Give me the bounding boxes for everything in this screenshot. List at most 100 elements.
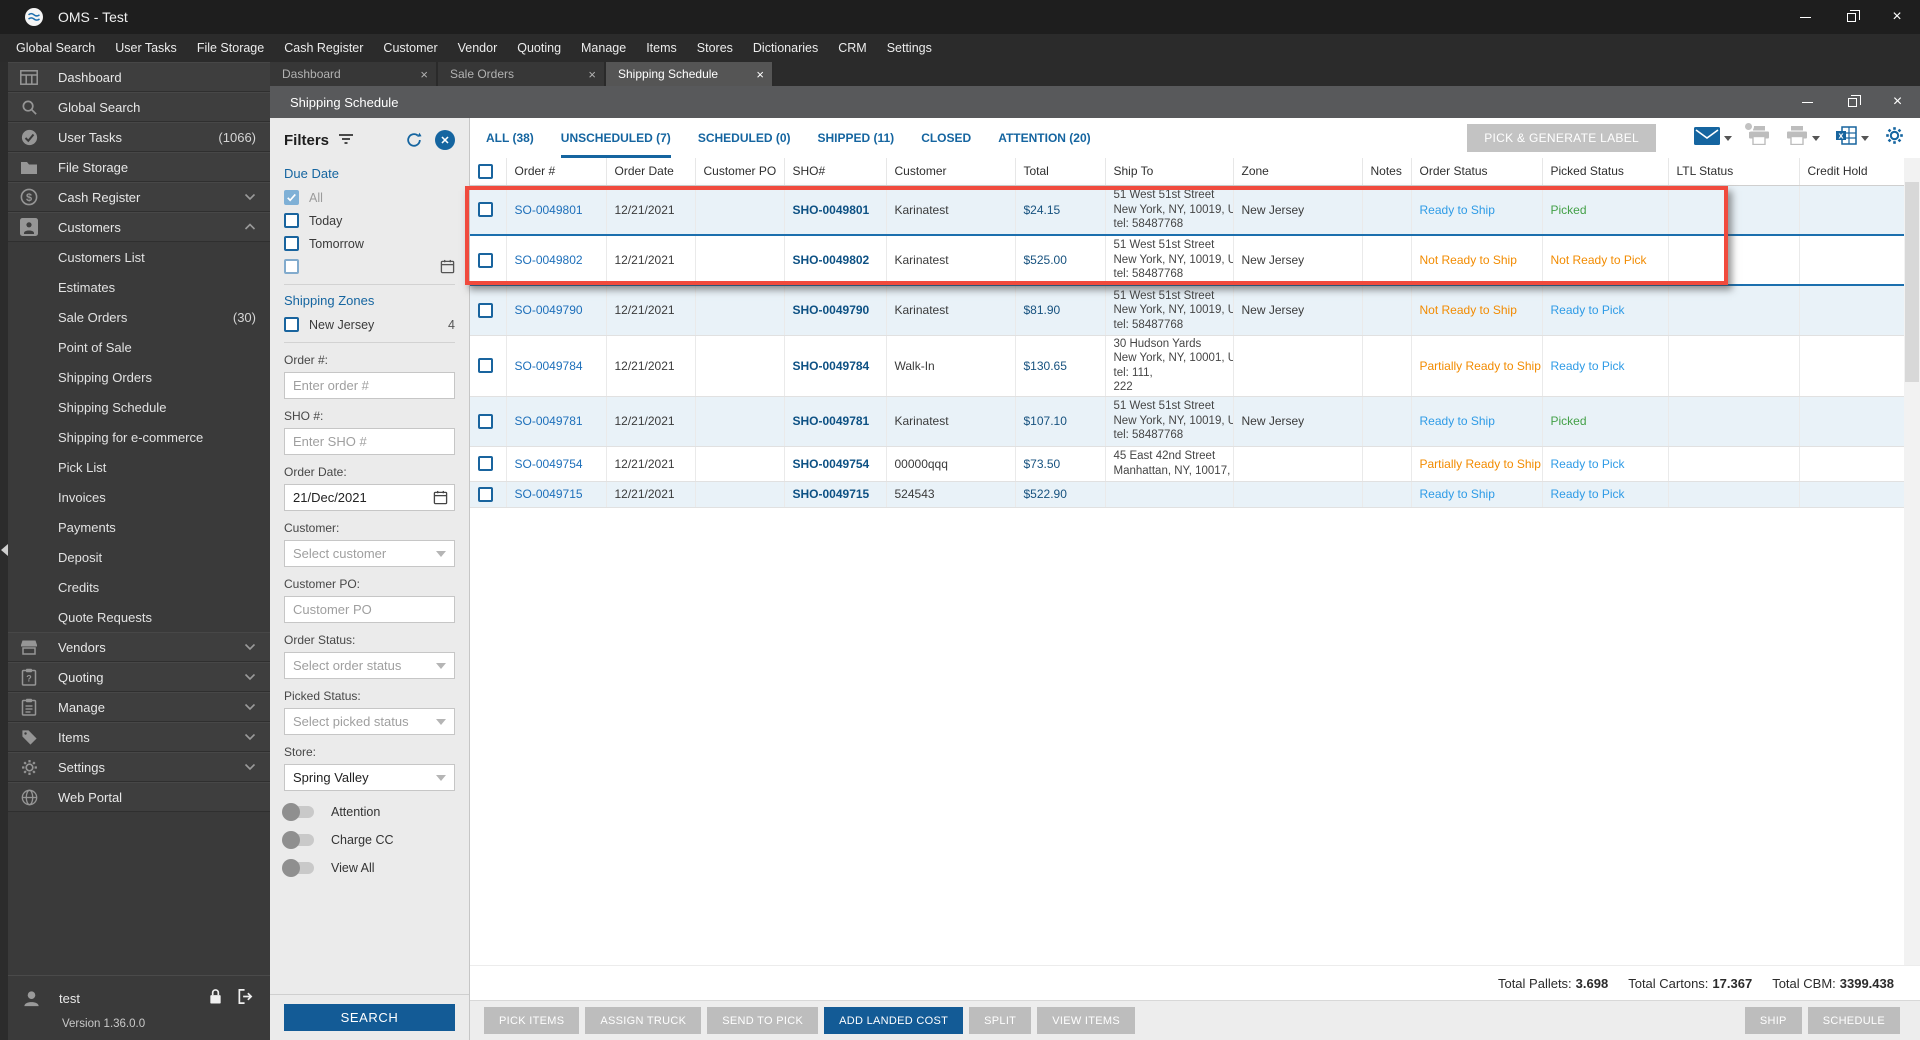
checkbox[interactable]: [284, 317, 299, 332]
sidebar-item-customers[interactable]: Customers: [0, 212, 270, 242]
col-notes[interactable]: Notes: [1362, 158, 1412, 186]
row-checkbox[interactable]: [478, 358, 493, 373]
scrollbar-thumb[interactable]: [1905, 182, 1919, 382]
menu-quoting[interactable]: Quoting: [507, 34, 571, 62]
checkbox-checked[interactable]: [284, 190, 299, 205]
row-checkbox[interactable]: [478, 413, 493, 429]
order-no-input[interactable]: [284, 372, 455, 399]
send-to-pick-button[interactable]: SEND TO PICK: [707, 1007, 819, 1034]
due-date-option-all[interactable]: All: [284, 190, 455, 205]
col-total[interactable]: Total: [1015, 158, 1106, 186]
close-tab-icon[interactable]: ×: [756, 67, 764, 82]
tab-sale-orders[interactable]: Sale Orders ×: [438, 62, 606, 86]
order-status-select[interactable]: Select order status: [284, 652, 455, 679]
menu-cash-register[interactable]: Cash Register: [274, 34, 373, 62]
print-label-button[interactable]: [1743, 121, 1770, 150]
collapse-sidebar-arrow-icon[interactable]: [1, 544, 8, 556]
order-link[interactable]: SO-0049790: [515, 303, 583, 317]
toggle-off[interactable]: [282, 831, 314, 849]
sidebar-subitem-credits[interactable]: Credits: [0, 572, 270, 602]
panel-close-button[interactable]: ×: [1875, 86, 1920, 118]
refresh-filters-icon[interactable]: [405, 131, 423, 149]
col-ship-to[interactable]: Ship To: [1105, 158, 1234, 186]
table-row[interactable]: SO-0049781 12/21/2021 SHO-0049781 Karina…: [470, 396, 1905, 447]
select-all-checkbox[interactable]: [478, 163, 493, 179]
checkbox[interactable]: [284, 213, 299, 228]
sidebar-subitem-sale-orders[interactable]: Sale Orders (30): [0, 302, 270, 332]
calendar-icon[interactable]: [433, 490, 448, 508]
sho-no-input[interactable]: [284, 428, 455, 455]
assign-truck-button[interactable]: ASSIGN TRUCK: [585, 1007, 702, 1034]
status-tab-unscheduled[interactable]: UNSCHEDULED (7): [560, 118, 671, 158]
sidebar-subitem-shipping-orders[interactable]: Shipping Orders: [0, 362, 270, 392]
sidebar-subitem-deposit[interactable]: Deposit: [0, 542, 270, 572]
logout-icon[interactable]: [237, 988, 254, 1008]
export-excel-button[interactable]: x: [1836, 126, 1869, 150]
sidebar-item-web-portal[interactable]: Web Portal: [0, 782, 270, 812]
sidebar-item-manage[interactable]: Manage: [0, 692, 270, 722]
menu-customer[interactable]: Customer: [373, 34, 447, 62]
menu-crm[interactable]: CRM: [828, 34, 876, 62]
menu-settings[interactable]: Settings: [877, 34, 942, 62]
tab-dashboard[interactable]: Dashboard ×: [270, 62, 438, 86]
sidebar-subitem-customers-list[interactable]: Customers List: [0, 242, 270, 272]
customer-select[interactable]: Select customer: [284, 540, 455, 567]
panel-minimize-button[interactable]: [1785, 86, 1830, 118]
menu-file-storage[interactable]: File Storage: [187, 34, 274, 62]
tab-shipping-schedule[interactable]: Shipping Schedule ×: [606, 62, 774, 86]
status-tab-closed[interactable]: CLOSED: [921, 118, 971, 158]
email-button[interactable]: [1694, 126, 1732, 150]
menu-stores[interactable]: Stores: [687, 34, 743, 62]
sidebar-item-quoting[interactable]: ? Quoting: [0, 662, 270, 692]
col-order-status[interactable]: Order Status: [1411, 158, 1543, 186]
sidebar-item-file-storage[interactable]: File Storage: [0, 152, 270, 182]
due-date-option-today[interactable]: Today: [284, 213, 455, 228]
app-restore-button[interactable]: [1828, 0, 1874, 34]
toggle-off[interactable]: [282, 803, 314, 821]
vertical-scrollbar[interactable]: [1904, 158, 1920, 965]
sidebar-subitem-invoices[interactable]: Invoices: [0, 482, 270, 512]
order-link[interactable]: SO-0049781: [515, 414, 583, 428]
sho-link[interactable]: SHO-0049784: [793, 359, 870, 373]
col-picked-status[interactable]: Picked Status: [1542, 158, 1669, 186]
zone-option-new-jersey[interactable]: New Jersey 4: [284, 317, 455, 332]
status-tab-scheduled[interactable]: SCHEDULED (0): [698, 118, 791, 158]
due-date-option-tomorrow[interactable]: Tomorrow: [284, 236, 455, 251]
charge-cc-toggle-row[interactable]: Charge CC: [282, 831, 455, 849]
sidebar-subitem-payments[interactable]: Payments: [0, 512, 270, 542]
menu-vendor[interactable]: Vendor: [448, 34, 508, 62]
status-tab-all[interactable]: ALL (38): [486, 118, 534, 158]
sidebar-subitem-shipping-ecommerce[interactable]: Shipping for e-commerce: [0, 422, 270, 452]
col-credit-hold[interactable]: Credit Hold: [1799, 158, 1905, 186]
toggle-off[interactable]: [282, 859, 314, 877]
split-button[interactable]: SPLIT: [969, 1007, 1032, 1034]
order-link[interactable]: SO-0049754: [515, 457, 583, 471]
sho-link[interactable]: SHO-0049790: [793, 303, 870, 317]
col-ltl-status[interactable]: LTL Status: [1668, 158, 1800, 186]
col-sho[interactable]: SHO#: [784, 158, 887, 186]
attention-toggle-row[interactable]: Attention: [282, 803, 455, 821]
menu-items[interactable]: Items: [636, 34, 687, 62]
sidebar-subitem-pick-list[interactable]: Pick List: [0, 452, 270, 482]
close-tab-icon[interactable]: ×: [588, 67, 596, 82]
customer-po-input[interactable]: [284, 596, 455, 623]
select-all-header[interactable]: [470, 158, 507, 186]
app-minimize-button[interactable]: [1782, 0, 1828, 34]
sho-link[interactable]: SHO-0049715: [793, 487, 870, 501]
app-close-button[interactable]: ×: [1874, 0, 1920, 34]
col-order-date[interactable]: Order Date: [606, 158, 696, 186]
row-checkbox[interactable]: [478, 486, 493, 502]
checkbox[interactable]: [284, 236, 299, 251]
col-zone[interactable]: Zone: [1233, 158, 1363, 186]
col-order[interactable]: Order #: [506, 158, 607, 186]
due-date-option-custom[interactable]: [284, 259, 455, 274]
row-checkbox[interactable]: [478, 302, 493, 318]
sidebar-subitem-estimates[interactable]: Estimates: [0, 272, 270, 302]
sidebar-subitem-shipping-schedule[interactable]: Shipping Schedule: [0, 392, 270, 422]
sidebar-item-settings[interactable]: Settings: [0, 752, 270, 782]
table-row[interactable]: SO-0049715 12/21/2021 SHO-0049715 524543…: [470, 481, 1905, 508]
checkbox[interactable]: [284, 259, 299, 274]
store-select[interactable]: Spring Valley: [284, 764, 455, 791]
panel-restore-button[interactable]: [1830, 86, 1875, 118]
pick-items-button[interactable]: PICK ITEMS: [484, 1007, 580, 1034]
